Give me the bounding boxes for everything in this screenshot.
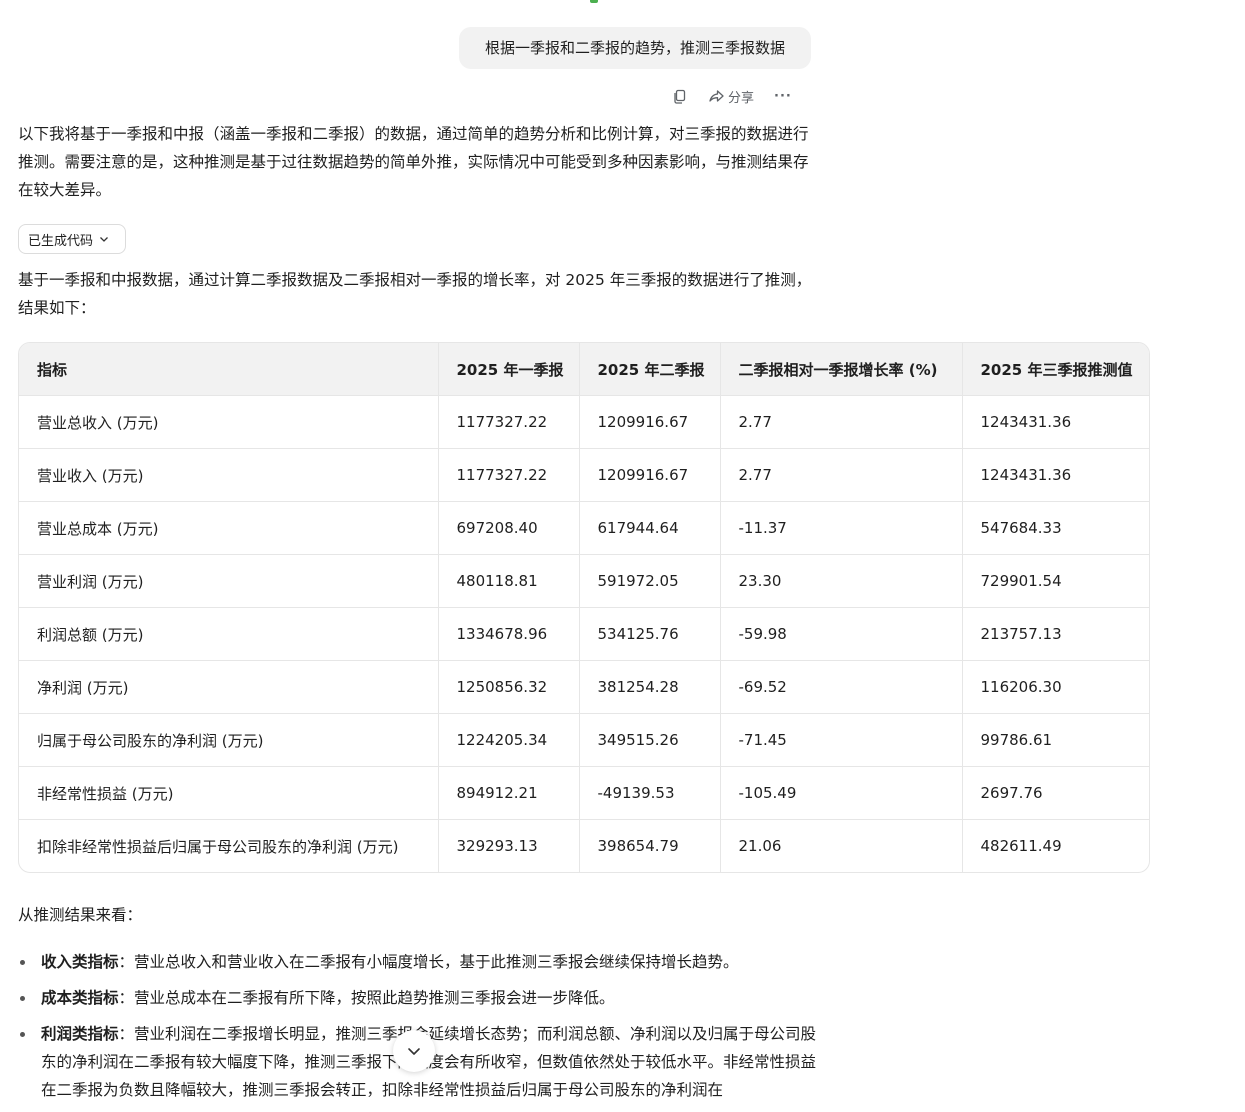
- table-cell: 2697.76: [962, 766, 1149, 820]
- table-row: 营业收入 (万元) 1177327.22 1209916.67 2.77 1243431…: [19, 448, 1149, 502]
- table-row: 非经常性损益 (万元) 894912.21 -49139.53 -105.49 2697…: [19, 766, 1149, 820]
- table-cell: -59.98: [720, 607, 963, 661]
- table-cell: 1209916.67: [579, 395, 721, 449]
- table-cell: 利润总额 (万元): [19, 607, 439, 661]
- list-item: 成本类指标：营业总成本在二季报有所下降，按照此趋势推测三季报会进一步降低。: [18, 984, 818, 1012]
- table-cell: 329293.13: [438, 819, 580, 872]
- table-cell: -71.45: [720, 713, 963, 767]
- share-button[interactable]: 分享: [708, 87, 754, 106]
- table-cell: 381254.28: [579, 660, 721, 714]
- header-q3-forecast: 2025 年三季报推测值: [962, 343, 1149, 396]
- summary-lead: 从推测结果来看：: [18, 906, 143, 924]
- table-cell: 净利润 (万元): [19, 660, 439, 714]
- table-row: 营业总成本 (万元) 697208.40 617944.64 -11.37 547684…: [19, 501, 1149, 555]
- table-cell: 1177327.22: [438, 448, 580, 502]
- table-cell: 480118.81: [438, 554, 580, 608]
- scroll-to-bottom-button[interactable]: [393, 1030, 435, 1072]
- table-cell: 894912.21: [438, 766, 580, 820]
- chevron-down-icon: [408, 1048, 420, 1055]
- header-q1-2025: 2025 年一季报: [438, 343, 580, 396]
- bullet-text: ：营业总收入和营业收入在二季报有小幅度增长，基于此推测三季报会继续保持增长趋势。: [118, 953, 739, 971]
- forecast-table: 指标 2025 年一季报 2025 年二季报 二季报相对一季报增长率 (%) 2…: [18, 342, 1150, 873]
- table-cell: 2.77: [720, 395, 963, 449]
- table-cell: 591972.05: [579, 554, 721, 608]
- table-row: 营业利润 (万元) 480118.81 591972.05 23.30 729901.5…: [19, 554, 1149, 608]
- chevron-down-icon: [100, 237, 108, 242]
- table-cell: 729901.54: [962, 554, 1149, 608]
- generated-code-toggle[interactable]: 已生成代码: [18, 224, 126, 254]
- header-growth-rate: 二季报相对一季报增长率 (%): [720, 343, 963, 396]
- generated-code-label: 已生成代码: [28, 233, 94, 249]
- table-cell: 1177327.22: [438, 395, 580, 449]
- table-cell: 398654.79: [579, 819, 721, 872]
- bullet-text: ：营业总成本在二季报有所下降，按照此趋势推测三季报会进一步降低。: [118, 989, 615, 1007]
- table-row: 归属于母公司股东的净利润 (万元) 1224205.34 349515.26 -71.…: [19, 713, 1149, 767]
- table-cell: 547684.33: [962, 501, 1149, 555]
- table-cell: 23.30: [720, 554, 963, 608]
- message-actions: 分享 ···: [672, 86, 792, 106]
- table-cell: 归属于母公司股东的净利润 (万元): [19, 713, 439, 767]
- table-cell: 213757.13: [962, 607, 1149, 661]
- copy-button[interactable]: [672, 88, 688, 104]
- table-cell: 非经常性损益 (万元): [19, 766, 439, 820]
- table-cell: 1243431.36: [962, 395, 1149, 449]
- table-cell: 扣除非经常性损益后归属于母公司股东的净利润 (万元): [19, 819, 439, 872]
- bullet-title: 利润类指标: [41, 1025, 119, 1043]
- table-cell: 营业总收入 (万元): [19, 395, 439, 449]
- table-cell: 1224205.34: [438, 713, 580, 767]
- list-item: 收入类指标：营业总收入和营业收入在二季报有小幅度增长，基于此推测三季报会继续保持…: [18, 948, 818, 976]
- table-cell: 21.06: [720, 819, 963, 872]
- table-cell: 617944.64: [579, 501, 721, 555]
- header-q2-2025: 2025 年二季报: [579, 343, 721, 396]
- table-cell: 营业利润 (万元): [19, 554, 439, 608]
- table-row: 净利润 (万元) 1250856.32 381254.28 -69.52 116206.…: [19, 660, 1149, 714]
- share-label: 分享: [728, 90, 755, 106]
- bullet-title: 成本类指标: [41, 989, 119, 1007]
- table-row: 利润总额 (万元) 1334678.96 534125.76 -59.98 213757…: [19, 607, 1149, 661]
- table-cell: 1243431.36: [962, 448, 1149, 502]
- table-cell: 116206.30: [962, 660, 1149, 714]
- table-cell: 534125.76: [579, 607, 721, 661]
- table-cell: 1334678.96: [438, 607, 580, 661]
- table-cell: 营业收入 (万元): [19, 448, 439, 502]
- table-row: 扣除非经常性损益后归属于母公司股东的净利润 (万元) 329293.13 39865…: [19, 819, 1149, 872]
- table-cell: 99786.61: [962, 713, 1149, 767]
- user-message-bubble: 根据一季报和二季报的趋势，推测三季报数据: [459, 27, 811, 69]
- file-icon: [590, 0, 598, 3]
- table-cell: -11.37: [720, 501, 963, 555]
- share-icon: [709, 90, 724, 102]
- table-cell: 697208.40: [438, 501, 580, 555]
- table-cell: 1250856.32: [438, 660, 580, 714]
- table-cell: 2.77: [720, 448, 963, 502]
- table-cell: -69.52: [720, 660, 963, 714]
- table-cell: -49139.53: [579, 766, 721, 820]
- result-intro-paragraph: 基于一季报和中报数据，通过计算二季报数据及二季报相对一季报的增长率，对 2025…: [18, 271, 812, 317]
- bullet-title: 收入类指标: [41, 953, 119, 971]
- copy-icon: [674, 89, 686, 104]
- header-indicator: 指标: [19, 343, 439, 396]
- table-header-row: 指标 2025 年一季报 2025 年二季报 二季报相对一季报增长率 (%) 2…: [19, 343, 1149, 396]
- table-cell: 营业总成本 (万元): [19, 501, 439, 555]
- table-cell: 349515.26: [579, 713, 721, 767]
- previous-attachment-chip: [590, 0, 770, 4]
- table-row: 营业总收入 (万元) 1177327.22 1209916.67 2.77 124343…: [19, 395, 1149, 449]
- table-cell: -105.49: [720, 766, 963, 820]
- more-button[interactable]: ···: [774, 89, 792, 104]
- intro-paragraph: 以下我将基于一季报和中报（涵盖一季报和二季报）的数据，通过简单的趋势分析和比例计…: [18, 125, 809, 199]
- table-cell: 1209916.67: [579, 448, 721, 502]
- table-cell: 482611.49: [980, 837, 1062, 855]
